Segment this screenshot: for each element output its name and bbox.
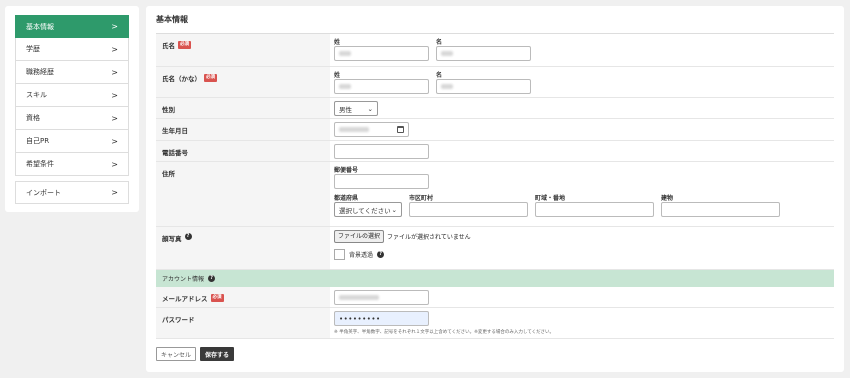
save-button[interactable]: 保存する: [200, 347, 235, 361]
chevron-right-icon: >: [111, 90, 118, 100]
email-label-cell: メールアドレス 必須: [156, 287, 330, 307]
phone-input[interactable]: [334, 144, 429, 159]
address-row: 住所 郵便番号 都道府県 選択してください ⌄ 市区町村 町域・番地 建物: [156, 162, 834, 227]
sidebar-item-label: 学歴: [26, 45, 40, 53]
email-row: メールアドレス 必須: [156, 287, 834, 308]
chevron-right-icon: >: [111, 44, 118, 54]
help-icon[interactable]: ?: [377, 251, 385, 258]
name-fields: 姓 名: [330, 34, 834, 66]
gender-value: 男性: [339, 105, 352, 114]
name-kana-row: 氏名（かな） 必須 姓 名: [156, 67, 834, 98]
name-kana-label-cell: 氏名（かな） 必須: [156, 67, 330, 97]
chevron-right-icon: >: [111, 113, 118, 123]
sidebar-item-label: 資格: [26, 114, 40, 122]
phone-label: 電話番号: [156, 141, 330, 161]
chevron-right-icon: >: [111, 136, 118, 146]
sidebar-item-work-history[interactable]: 職務経歴 >: [15, 61, 129, 84]
sidebar-item-label: インポート: [26, 188, 61, 197]
first-name-input[interactable]: [436, 46, 531, 61]
name-label-cell: 氏名 必須: [156, 34, 330, 66]
photo-label-cell: 顔写真 ?: [156, 227, 330, 269]
phone-row: 電話番号: [156, 141, 834, 162]
birthday-input[interactable]: [334, 122, 409, 137]
address-label: 住所: [156, 162, 330, 226]
sidebar-item-label: 自己PR: [26, 137, 50, 145]
form-actions: キャンセル 保存する: [156, 347, 235, 361]
main-panel: 基本情報 氏名 必須 姓 名 氏名（かな） 必須 姓 名 性別 男性 ⌄ 生年月…: [146, 6, 844, 372]
required-badge: 必須: [178, 40, 191, 49]
file-status-text: ファイルが選択されていません: [387, 234, 471, 241]
account-section-label: アカウント情報: [162, 276, 205, 283]
chevron-right-icon: >: [111, 159, 118, 169]
background-transparent-checkbox[interactable]: [334, 249, 345, 260]
photo-row: 顔写真 ? ファイルの選択 ファイルが選択されていません 背景透過 ?: [156, 227, 834, 270]
password-hint: ※ 半角英字、半角数字、記号をそれぞれ１文字以上含めてください。※変更する場合の…: [334, 330, 555, 335]
gender-row: 性別 男性 ⌄: [156, 98, 834, 119]
chevron-right-icon: >: [111, 188, 118, 197]
city-label: 市区町村: [409, 195, 434, 202]
birthday-row: 生年月日: [156, 119, 834, 141]
prefecture-label: 都道府県: [334, 195, 359, 202]
first-name-label: 名: [436, 39, 443, 46]
chevron-right-icon: >: [111, 67, 118, 77]
street-label: 町域・番地: [535, 195, 566, 202]
sidebar-item-skills[interactable]: スキル >: [15, 84, 129, 107]
sidebar-item-preferences[interactable]: 希望条件 >: [15, 153, 129, 176]
last-name-kana-label: 姓: [334, 72, 341, 79]
prefecture-select[interactable]: 選択してください ⌄: [334, 202, 402, 217]
sidebar: 基本情報 > 学歴 > 職務経歴 > スキル > 資格 > 自己PR > 希望条…: [5, 6, 139, 212]
sidebar-item-label: スキル: [26, 91, 47, 99]
first-name-kana-input[interactable]: [436, 79, 531, 94]
sidebar-item-label: 基本情報: [26, 22, 54, 31]
first-name-kana-label: 名: [436, 72, 443, 79]
last-name-label: 姓: [334, 39, 341, 46]
cancel-button[interactable]: キャンセル: [156, 347, 197, 361]
last-name-kana-input[interactable]: [334, 79, 429, 94]
required-badge: 必須: [210, 293, 224, 302]
sidebar-item-label: 希望条件: [26, 160, 54, 168]
password-label: パスワード: [156, 308, 330, 338]
help-icon[interactable]: ?: [184, 233, 192, 240]
city-input[interactable]: [409, 202, 528, 217]
name-kana-fields: 姓 名: [330, 67, 834, 97]
password-row: パスワード ••••••••• ※ 半角英字、半角数字、記号をそれぞれ１文字以上…: [156, 308, 834, 339]
help-icon[interactable]: ?: [208, 275, 216, 282]
sidebar-item-education[interactable]: 学歴 >: [15, 38, 129, 61]
photo-label: 顔写真: [162, 235, 182, 243]
name-kana-label: 氏名（かな）: [162, 75, 201, 83]
name-label: 氏名: [162, 42, 175, 50]
postal-code-label: 郵便番号: [334, 167, 359, 174]
chevron-down-icon: ⌄: [391, 205, 397, 214]
sidebar-item-import[interactable]: インポート >: [15, 181, 129, 204]
background-transparent-label: 背景透過: [349, 252, 374, 259]
chevron-down-icon: ⌄: [367, 104, 373, 113]
street-input[interactable]: [535, 202, 654, 217]
sidebar-item-self-pr[interactable]: 自己PR >: [15, 130, 129, 153]
account-section-header: アカウント情報 ?: [156, 270, 834, 287]
name-row: 氏名 必須 姓 名: [156, 34, 834, 67]
birthday-label: 生年月日: [156, 119, 330, 140]
sidebar-item-qualifications[interactable]: 資格 >: [15, 107, 129, 130]
chevron-right-icon: >: [111, 22, 118, 31]
calendar-icon[interactable]: [397, 126, 404, 133]
postal-code-input[interactable]: [334, 174, 429, 189]
sidebar-item-basic-info[interactable]: 基本情報 >: [15, 15, 129, 38]
gender-label: 性別: [156, 98, 330, 118]
required-badge: 必須: [204, 73, 217, 82]
building-label: 建物: [661, 195, 674, 202]
last-name-input[interactable]: [334, 46, 429, 61]
email-input[interactable]: [334, 290, 429, 305]
gender-select[interactable]: 男性 ⌄: [334, 101, 378, 116]
prefecture-value: 選択してください: [339, 206, 391, 215]
page-title: 基本情報: [156, 14, 834, 34]
file-select-button[interactable]: ファイルの選択: [334, 230, 385, 243]
password-input[interactable]: •••••••••: [334, 311, 429, 326]
building-input[interactable]: [661, 202, 780, 217]
sidebar-item-label: 職務経歴: [26, 68, 54, 76]
email-label: メールアドレス: [162, 295, 208, 303]
